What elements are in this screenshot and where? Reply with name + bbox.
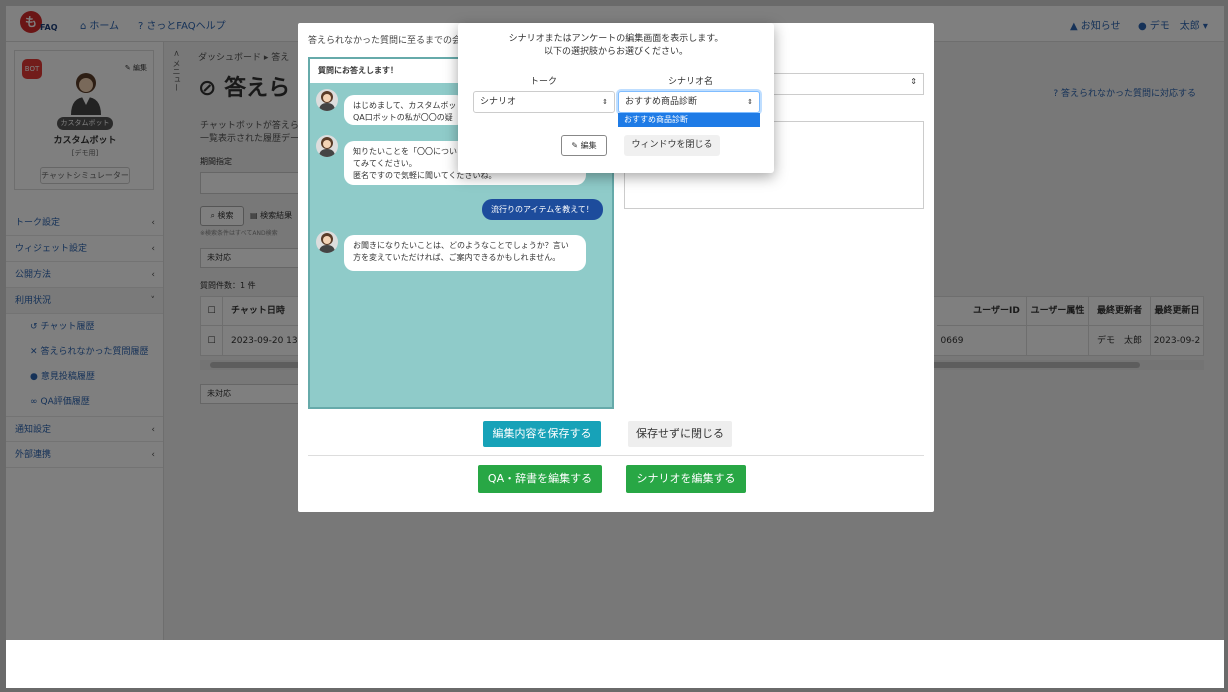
edit-qa-dictionary-button[interactable]: QA・辞書を編集する: [478, 465, 602, 493]
talk-select-value: シナリオ: [480, 97, 517, 107]
edit-icon: ✎: [571, 141, 581, 150]
select-arrow-icon: ⇕: [910, 77, 917, 86]
talk-label: トーク: [530, 77, 558, 87]
popup-message-line: シナリオまたはアンケートの編集画面を表示します。: [508, 34, 724, 44]
modal-divider: [308, 455, 924, 456]
bot-message: お聞きになりたいことは、どのようなことでしょうか？言い 方を変えていただければ、…: [344, 235, 586, 271]
select-arrow-icon: ⇕: [602, 98, 608, 106]
popup-message: シナリオまたはアンケートの編集画面を表示します。 以下の選択肢からお選びください…: [458, 33, 774, 59]
bot-message: はじめまして、カスタムボッ QA口ボットの私が〇〇の疑: [344, 95, 466, 125]
scenario-option-highlighted[interactable]: おすすめ商品診断: [618, 113, 760, 127]
scenario-select-value: おすすめ商品診断: [625, 97, 698, 107]
scenario-name-select[interactable]: おすすめ商品診断 ⇕: [618, 91, 760, 113]
close-without-saving-button[interactable]: 保存せずに閉じる: [628, 421, 732, 447]
bot-avatar-icon: [316, 89, 338, 111]
modal-heading: 答えられなかった質問に至るまでの会: [308, 36, 462, 46]
message-line: 方を変えていただければ、ご案内できるかもしれません。: [353, 253, 561, 262]
edit-scenario-button[interactable]: シナリオを編集する: [626, 465, 746, 493]
message-line: お聞きになりたいことは、どのようなことでしょうか？言い: [353, 241, 569, 250]
user-message: 流行りのアイテムを教えて！: [482, 199, 603, 220]
screenshot-frame: も FAQ ⌂ホーム ?さっとFAQヘルプ ▲お知らせ ●デモ 太郎 ▾ BOT…: [0, 0, 1228, 692]
message-line: はじめまして、カスタムボッ: [353, 101, 457, 110]
close-window-button[interactable]: ウィンドウを閉じる: [624, 135, 720, 156]
scenario-select-popup: シナリオまたはアンケートの編集画面を表示します。 以下の選択肢からお選びください…: [458, 23, 774, 173]
bot-avatar-icon: [316, 135, 338, 157]
popup-message-line: 以下の選択肢からお選びください。: [543, 47, 688, 57]
save-edit-button[interactable]: 編集内容を保存する: [483, 421, 601, 447]
talk-select[interactable]: シナリオ ⇕: [473, 91, 615, 113]
app-window: も FAQ ⌂ホーム ?さっとFAQヘルプ ▲お知らせ ●デモ 太郎 ▾ BOT…: [6, 6, 1224, 640]
message-line: QA口ボットの私が〇〇の疑: [353, 113, 453, 122]
popup-edit-label: 編集: [580, 141, 597, 150]
scenario-name-label: シナリオ名: [668, 77, 714, 87]
popup-edit-button[interactable]: ✎ 編集: [561, 135, 607, 156]
select-arrow-icon: ⇕: [747, 98, 753, 106]
bot-avatar-icon: [316, 231, 338, 253]
